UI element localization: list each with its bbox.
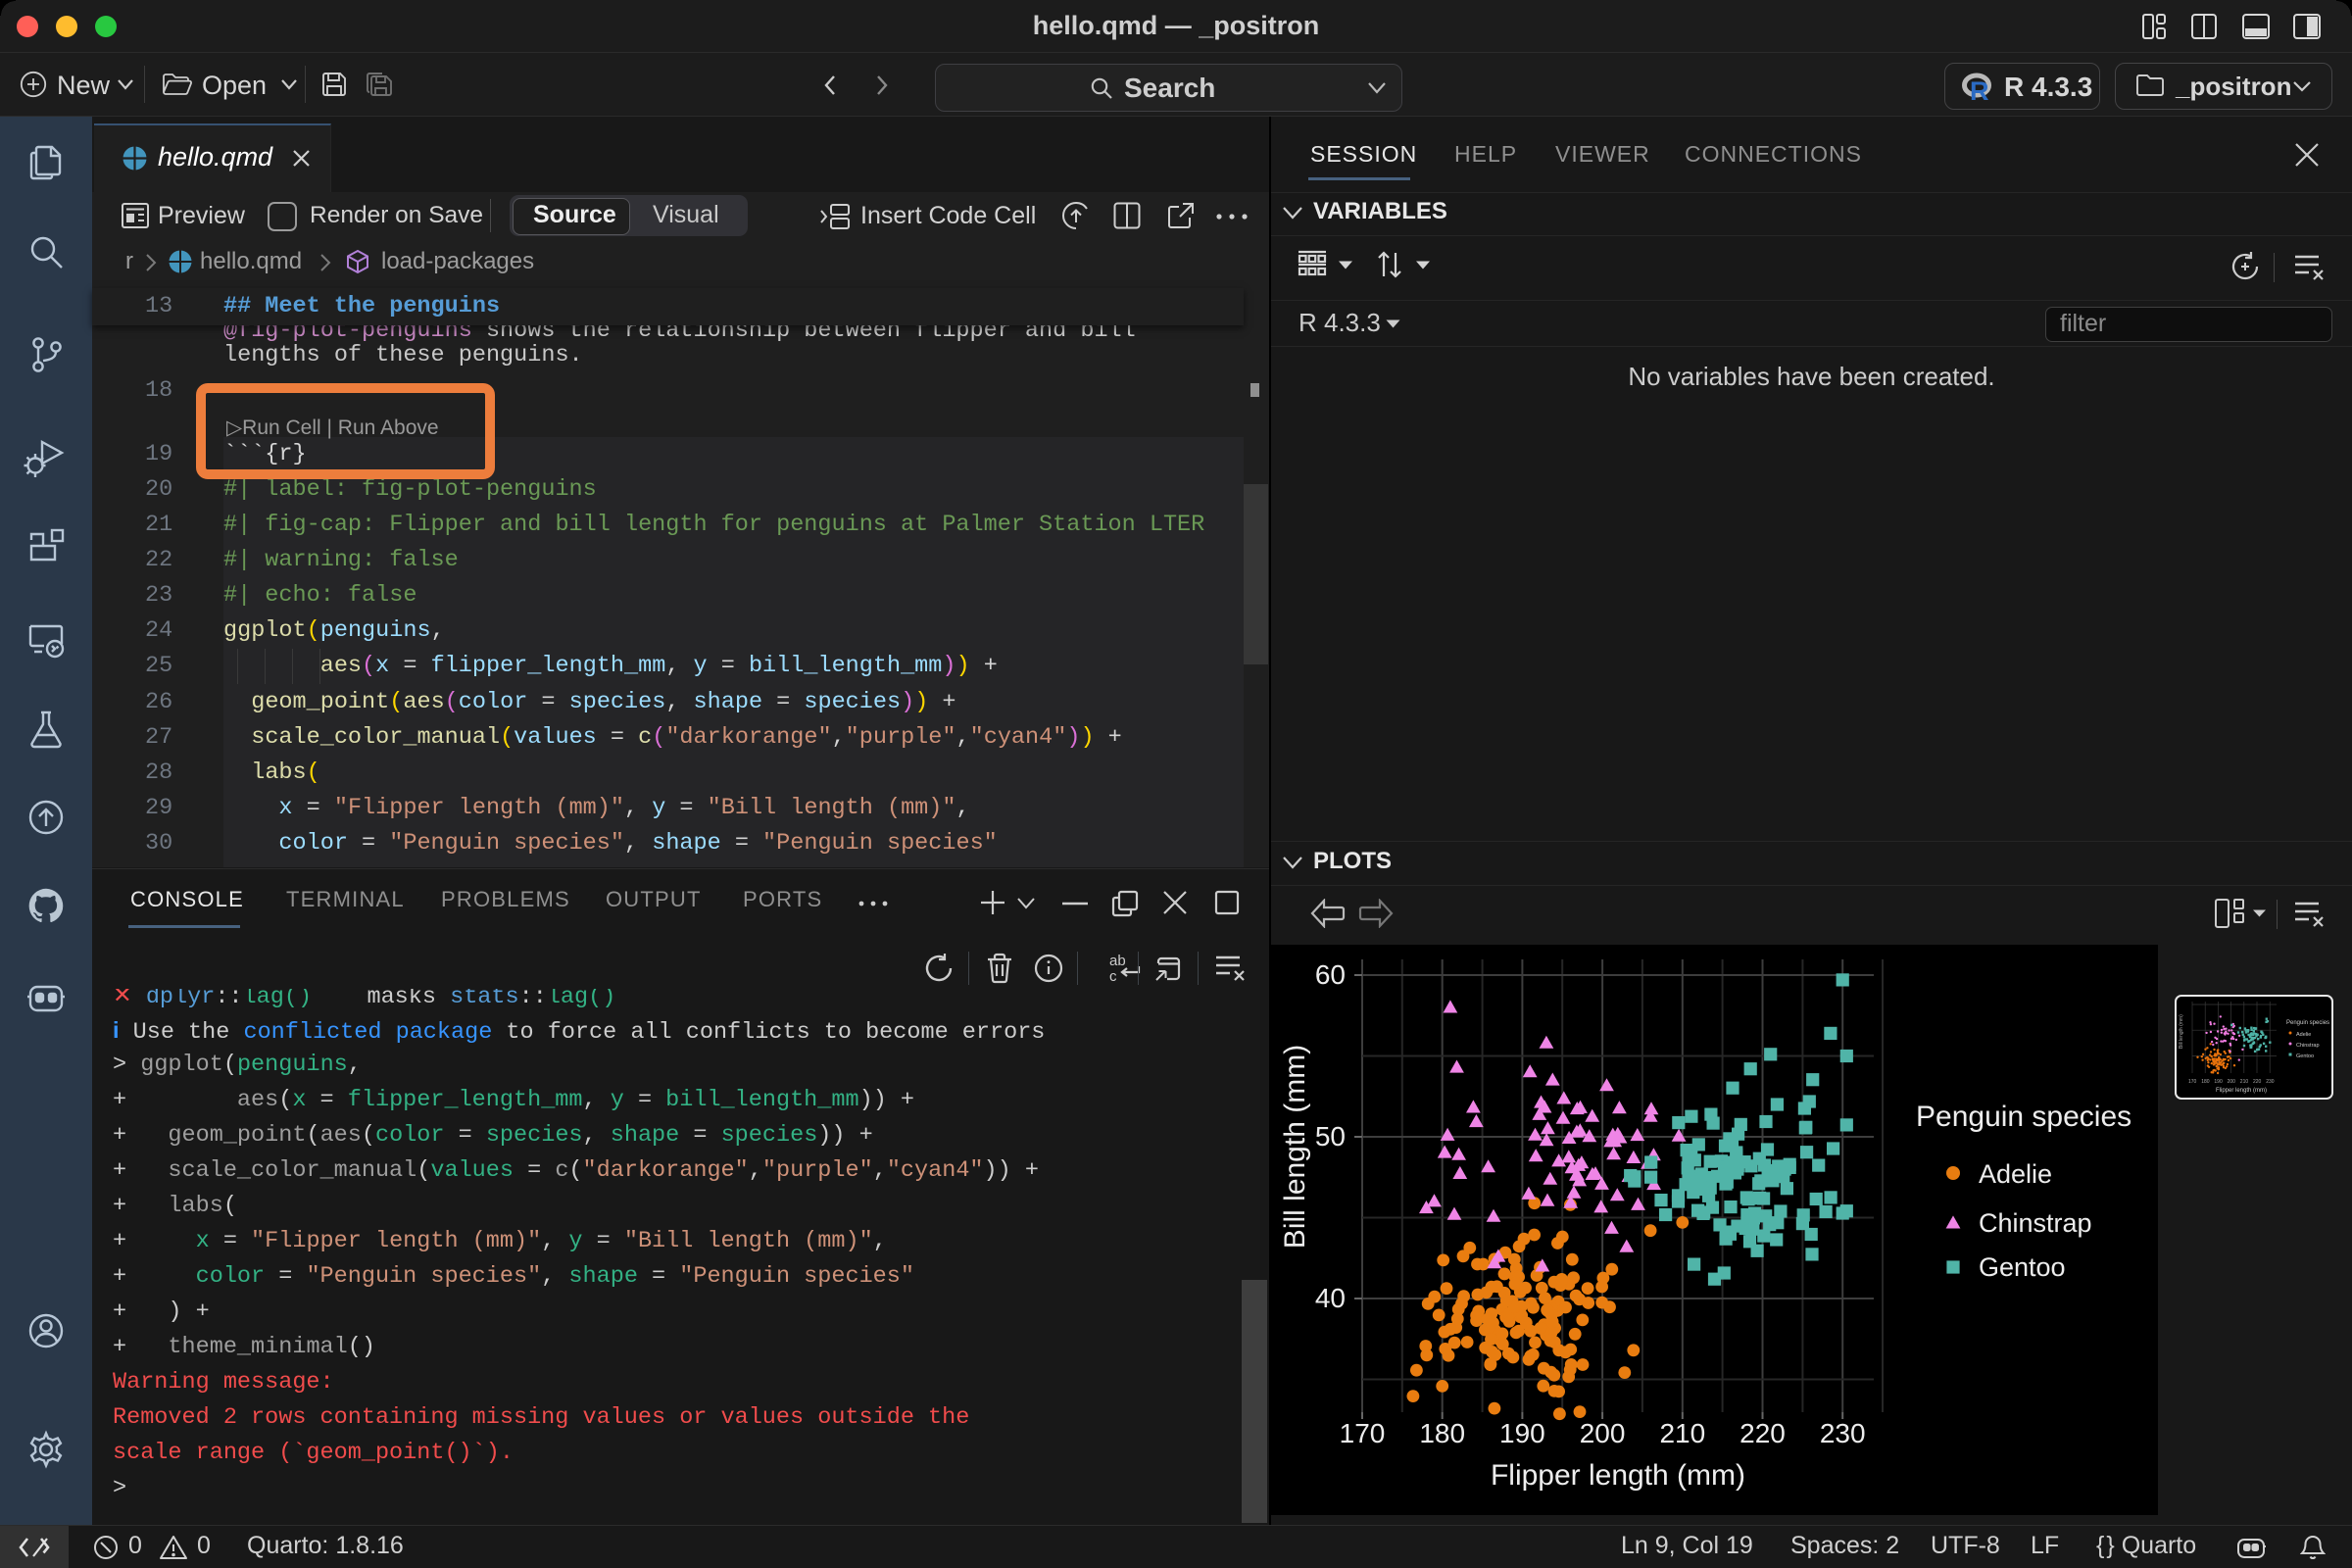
svg-text:230: 230 xyxy=(2266,1079,2275,1085)
svg-text:Bill length (mm): Bill length (mm) xyxy=(2179,1014,2184,1049)
svg-text:Penguin species: Penguin species xyxy=(2286,1020,2329,1026)
svg-text:Gentoo: Gentoo xyxy=(2296,1054,2314,1059)
svg-text:170: 170 xyxy=(2188,1079,2197,1085)
svg-text:Adelie: Adelie xyxy=(1979,1159,2052,1189)
svg-text:R: R xyxy=(1970,76,1989,102)
svg-text:ab: ab xyxy=(1109,953,1126,969)
svg-text:230: 230 xyxy=(1820,1418,1866,1448)
svg-text:180: 180 xyxy=(2201,1079,2210,1085)
svg-text:Chinstrap: Chinstrap xyxy=(1979,1208,2092,1238)
svg-text:Adelie: Adelie xyxy=(2296,1032,2311,1038)
svg-text:50: 50 xyxy=(1315,1121,1346,1152)
svg-text:200: 200 xyxy=(1580,1418,1626,1448)
svg-text:190: 190 xyxy=(1499,1418,1545,1448)
svg-text:220: 220 xyxy=(1740,1418,1786,1448)
svg-text:200: 200 xyxy=(2228,1079,2236,1085)
svg-text:Chinstrap: Chinstrap xyxy=(2296,1043,2320,1049)
svg-text:Gentoo: Gentoo xyxy=(1979,1252,2066,1282)
svg-text:c: c xyxy=(1109,968,1117,984)
svg-text:210: 210 xyxy=(1659,1418,1705,1448)
svg-text:170: 170 xyxy=(1340,1418,1386,1448)
svg-text:Flipper length (mm): Flipper length (mm) xyxy=(2216,1088,2267,1094)
svg-text:40: 40 xyxy=(1315,1283,1346,1313)
svg-text:180: 180 xyxy=(1419,1418,1465,1448)
svg-text:Bill length (mm): Bill length (mm) xyxy=(1279,1045,1311,1249)
svg-text:220: 220 xyxy=(2253,1079,2262,1085)
svg-text:Flipper length (mm): Flipper length (mm) xyxy=(1491,1459,1745,1492)
svg-text:Penguin species: Penguin species xyxy=(1916,1101,2132,1133)
svg-text:190: 190 xyxy=(2214,1079,2223,1085)
svg-text:60: 60 xyxy=(1315,959,1346,990)
svg-text:210: 210 xyxy=(2240,1079,2249,1085)
